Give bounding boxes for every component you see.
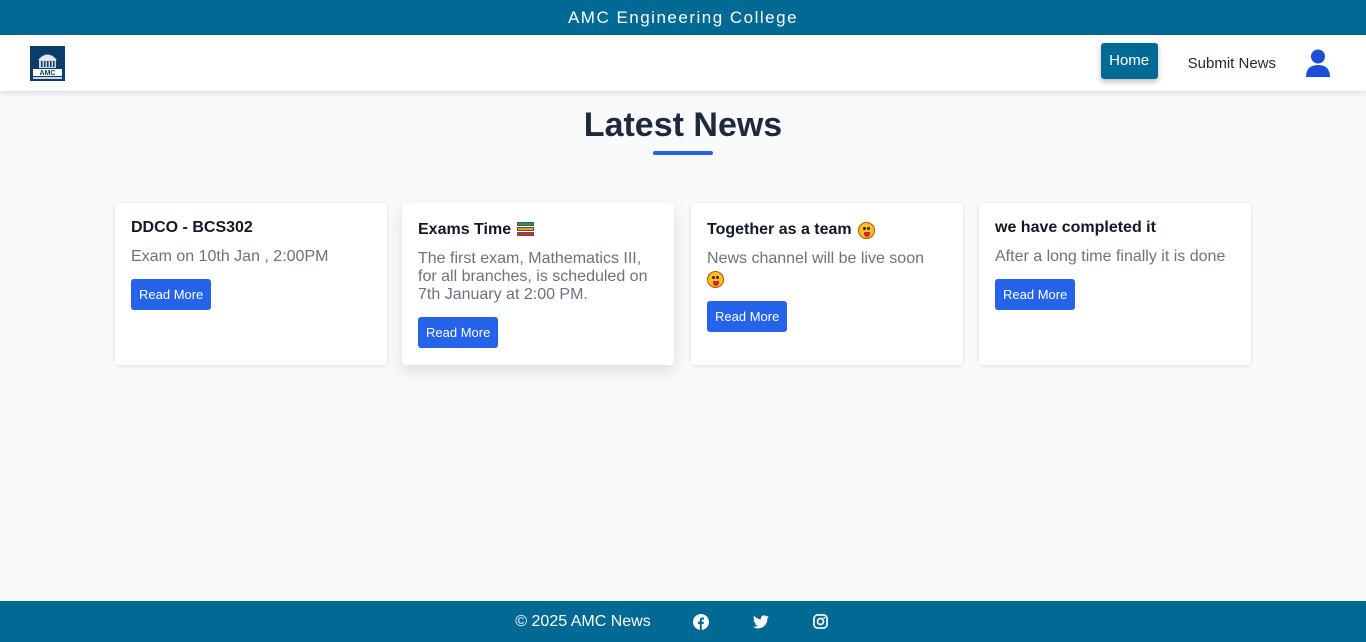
read-more-button[interactable]: Read More — [707, 301, 788, 332]
news-card: Together as a team News channel will be … — [691, 203, 963, 365]
user-icon[interactable] — [1304, 48, 1332, 78]
heading-section: Latest News — [0, 91, 1366, 155]
nav-links: Home Submit News — [1100, 42, 1336, 79]
copyright-text: © 2025 AMC News — [515, 612, 651, 630]
books-icon — [517, 222, 535, 238]
news-card: Exams Time The first exam, Mathematics I… — [402, 203, 674, 365]
news-cards: DDCO - BCS302 Exam on 10th Jan , 2:00PM … — [0, 155, 1366, 455]
read-more-button[interactable]: Read More — [131, 279, 212, 310]
card-title-text: Together as a team — [707, 221, 852, 238]
news-card-text: Exam on 10th Jan , 2:00PM — [131, 248, 329, 265]
footer: © 2025 AMC News — [0, 601, 1366, 642]
social-links — [671, 613, 851, 630]
nav-home-button[interactable]: Home — [1100, 42, 1158, 79]
top-banner: AMC Engineering College — [0, 0, 1366, 35]
read-more-button[interactable]: Read More — [995, 279, 1076, 310]
tongue-face-icon — [707, 271, 724, 288]
page-title: Latest News — [583, 106, 783, 144]
read-more-button[interactable]: Read More — [418, 317, 499, 348]
nav-submit-news-link[interactable]: Submit News — [1188, 55, 1276, 72]
news-card-text: News channel will be live soon — [707, 250, 947, 288]
news-card: we have completed it After a long time f… — [979, 203, 1251, 365]
card-title-text: Exams Time — [418, 221, 512, 238]
logo-graphic: AMC — [30, 45, 65, 81]
tongue-face-icon — [857, 221, 875, 239]
news-card-text: The first exam, Mathematics III, for all… — [418, 250, 648, 303]
card-text-content: News channel will be live soon — [707, 250, 924, 267]
college-title: AMC Engineering College — [567, 7, 799, 27]
facebook-icon[interactable] — [692, 613, 709, 630]
news-card: DDCO - BCS302 Exam on 10th Jan , 2:00PM … — [115, 203, 387, 365]
card-title-text: we have completed it — [995, 219, 1156, 236]
news-card-title: Together as a team — [707, 221, 947, 239]
news-card-text: After a long time finally it is done — [995, 248, 1226, 265]
amc-logo[interactable]: AMC — [30, 45, 65, 81]
twitter-icon[interactable] — [752, 614, 769, 630]
svg-text:AMC: AMC — [40, 70, 56, 77]
instagram-icon[interactable] — [813, 614, 829, 630]
news-card-title: Exams Time — [418, 221, 658, 239]
navbar: AMC Home Submit News — [0, 35, 1366, 91]
card-title-text: DDCO - BCS302 — [131, 219, 253, 236]
news-card-title: we have completed it — [995, 219, 1235, 237]
news-card-title: DDCO - BCS302 — [131, 219, 371, 237]
